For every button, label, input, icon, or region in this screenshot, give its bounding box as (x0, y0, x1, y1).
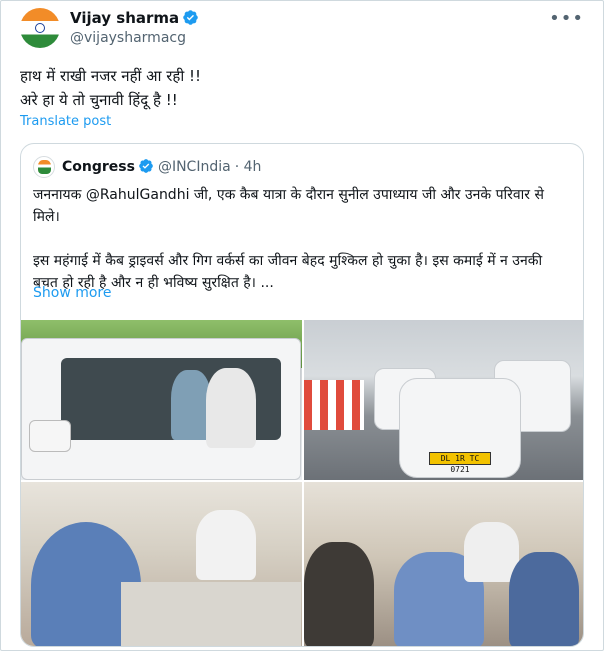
passenger-figure (206, 368, 256, 448)
congress-hand-logo-icon (38, 160, 51, 174)
side-mirror (29, 420, 71, 452)
quoted-author: Congress @INCIndia · 4h (62, 158, 261, 175)
ashoka-chakra-icon (35, 23, 45, 33)
post-text: हाथ में राखी नजर नहीं आ रही !! अरे हा ये… (20, 67, 202, 109)
author-name-text[interactable]: Vijay sharma (70, 9, 179, 27)
congress-avatar[interactable] (33, 156, 55, 178)
author-avatar[interactable] (20, 8, 60, 48)
photo-family-meal[interactable] (21, 482, 302, 646)
road-barrier (304, 380, 364, 430)
man-in-white-figure (196, 510, 256, 580)
girl-right-figure (509, 552, 579, 646)
verified-badge-icon (183, 10, 198, 25)
quoted-author-handle[interactable]: @INCIndia (158, 159, 231, 175)
dining-table (121, 582, 301, 646)
license-plate: DL 1R TC 0721 (429, 452, 491, 474)
author-name[interactable]: Vijay sharma (70, 9, 199, 27)
quoted-post-text: जननायक @RahulGandhi जी, एक कैब यात्रा के… (33, 187, 544, 291)
driver-figure (171, 370, 211, 440)
woman-left-figure (304, 542, 374, 646)
author-handle[interactable]: @vijaysharmacg (70, 30, 186, 46)
photo-car-on-road[interactable]: DL 1R TC 0721 (304, 320, 583, 480)
quoted-post[interactable]: Congress @INCIndia · 4h जननायक @RahulGandh… (20, 143, 584, 647)
photo-group-meal[interactable] (304, 482, 583, 646)
quoted-post-time[interactable]: · 4h (235, 159, 262, 175)
photo-car-interior[interactable] (21, 320, 302, 480)
more-options-icon[interactable]: ••• (549, 8, 584, 29)
translate-post-link[interactable]: Translate post (20, 114, 111, 129)
quoted-author-name[interactable]: Congress (62, 159, 135, 175)
verified-badge-icon (139, 159, 153, 173)
show-more-link[interactable]: Show more (33, 285, 112, 301)
